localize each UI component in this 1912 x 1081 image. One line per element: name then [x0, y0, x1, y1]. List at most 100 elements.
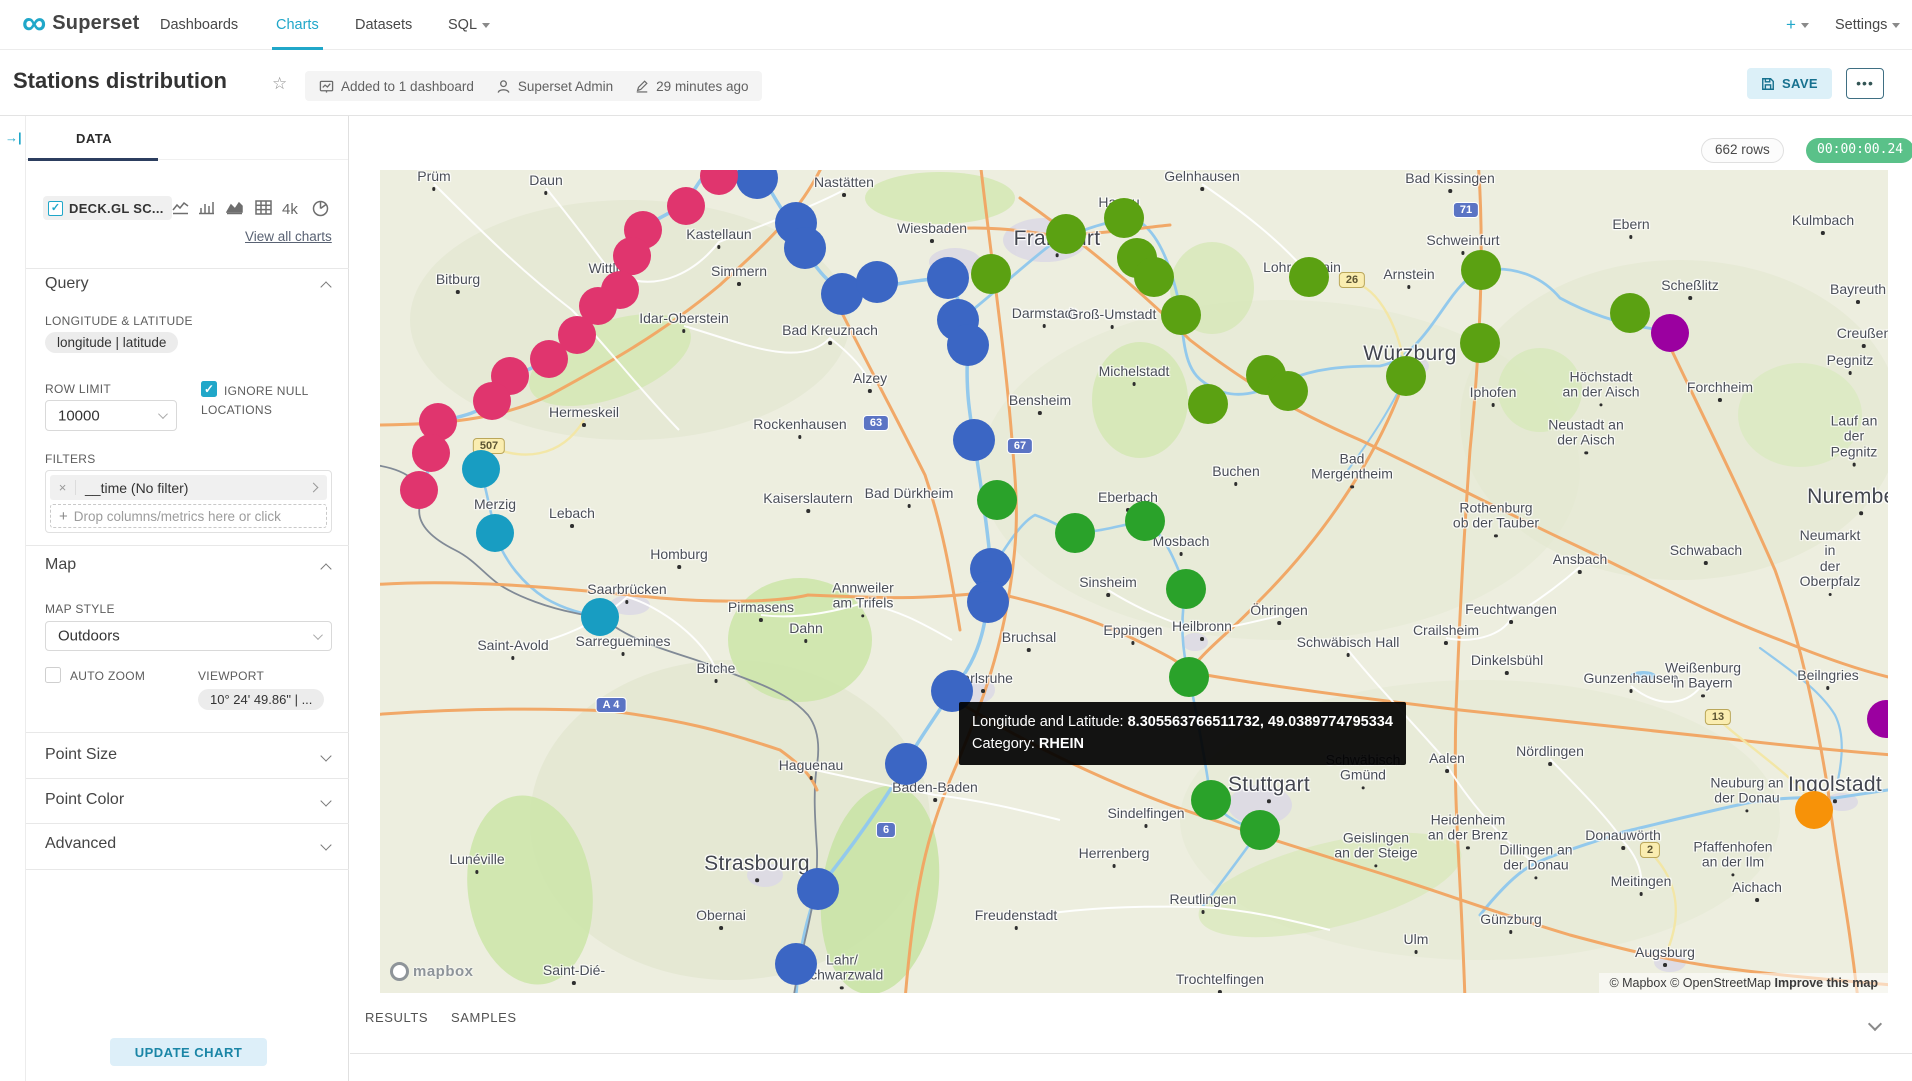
data-point-pink[interactable]: [530, 340, 568, 378]
data-point-light-green[interactable]: [1460, 323, 1500, 363]
settings-menu[interactable]: Settings: [1835, 0, 1900, 50]
data-point-green[interactable]: [1125, 501, 1165, 541]
filter-pill[interactable]: × __time (No filter): [50, 475, 327, 500]
chevron-up-icon[interactable]: [320, 281, 331, 292]
line-chart-icon[interactable]: [172, 200, 189, 220]
data-point-blue[interactable]: [927, 257, 969, 299]
data-point-blue[interactable]: [775, 943, 817, 985]
point-size-section[interactable]: Point Size: [45, 746, 117, 764]
body: →| DATA ✓ DECK.GL SC... 4k View all char…: [0, 116, 1912, 1081]
data-point-green[interactable]: [1240, 810, 1280, 850]
page-title: Stations distribution: [13, 68, 227, 94]
data-point-light-green[interactable]: [1268, 371, 1308, 411]
remove-filter-icon[interactable]: ×: [50, 480, 76, 495]
data-point-cyan[interactable]: [462, 450, 500, 488]
table-icon[interactable]: [255, 200, 272, 220]
data-point-light-green[interactable]: [1610, 293, 1650, 333]
data-point-blue[interactable]: [885, 743, 927, 785]
data-point-blue[interactable]: [856, 261, 898, 303]
data-point-blue[interactable]: [797, 868, 839, 910]
data-point-green[interactable]: [1166, 569, 1206, 609]
data-point-blue[interactable]: [931, 670, 973, 712]
tab-samples[interactable]: SAMPLES: [451, 1010, 517, 1025]
viz-type-pill[interactable]: ✓ DECK.GL SC...: [43, 196, 172, 220]
data-point-blue[interactable]: [967, 581, 1009, 623]
viz-4k-label[interactable]: 4k: [282, 201, 298, 218]
chevron-down-icon: [482, 23, 490, 28]
save-button[interactable]: SAVE: [1747, 68, 1832, 99]
more-options-button[interactable]: •••: [1846, 68, 1884, 99]
data-point-pink[interactable]: [613, 237, 651, 275]
data-point-green[interactable]: [1055, 513, 1095, 553]
divider: [26, 545, 349, 546]
nav-dashboards[interactable]: Dashboards: [160, 0, 238, 50]
data-point-orange[interactable]: [1795, 791, 1833, 829]
chart-owner[interactable]: Superset Admin: [496, 79, 613, 94]
data-point-light-green[interactable]: [1386, 356, 1426, 396]
data-point-cyan[interactable]: [476, 514, 514, 552]
new-item-button[interactable]: +: [1786, 0, 1809, 50]
superset-logo[interactable]: ∞ Superset: [22, 8, 139, 38]
data-point-light-green[interactable]: [1461, 250, 1501, 290]
map-style-select[interactable]: Outdoors: [45, 621, 332, 651]
update-chart-button[interactable]: UPDATE CHART: [110, 1038, 267, 1066]
chevron-down-icon[interactable]: [320, 795, 331, 806]
mapbox-logo[interactable]: mapbox: [390, 962, 474, 981]
advanced-section[interactable]: Advanced: [45, 835, 116, 853]
data-point-light-green[interactable]: [1134, 257, 1174, 297]
row-limit-select[interactable]: 10000: [45, 400, 177, 431]
chevron-down-icon[interactable]: [320, 839, 331, 850]
chevron-up-icon[interactable]: [320, 563, 331, 574]
nav-charts[interactable]: Charts: [276, 0, 319, 50]
view-all-charts-link[interactable]: View all charts: [245, 229, 332, 244]
filter-drop-zone[interactable]: + Drop columns/metrics here or click: [50, 504, 327, 528]
viewport-value-pill[interactable]: 10° 24' 49.86" | ...: [198, 689, 324, 710]
data-point-light-green[interactable]: [971, 254, 1011, 294]
chevron-down-icon[interactable]: [320, 750, 331, 761]
data-point-cyan[interactable]: [581, 598, 619, 636]
dashboards-attached[interactable]: Added to 1 dashboard: [319, 79, 474, 94]
mapbox-logo-icon: [390, 962, 409, 981]
divider: [26, 268, 349, 269]
data-point-light-green[interactable]: [1104, 198, 1144, 238]
data-point-pink[interactable]: [400, 471, 438, 509]
panel-tabbar: DATA: [26, 116, 348, 160]
data-point-light-green[interactable]: [1046, 214, 1086, 254]
point-color-section[interactable]: Point Color: [45, 791, 124, 809]
expand-panel-icon[interactable]: →|: [5, 130, 22, 145]
data-point-green[interactable]: [1191, 780, 1231, 820]
data-point-green[interactable]: [977, 480, 1017, 520]
nav-sql[interactable]: SQL: [448, 0, 490, 50]
lonlat-value-pill[interactable]: longitude | latitude: [45, 332, 178, 353]
ignore-null-checkbox[interactable]: ✓: [201, 381, 217, 397]
data-point-blue[interactable]: [784, 227, 826, 269]
data-point-blue[interactable]: [947, 324, 989, 366]
data-point-light-green[interactable]: [1161, 295, 1201, 335]
query-section-title[interactable]: Query: [45, 275, 89, 293]
data-point-blue[interactable]: [953, 419, 995, 461]
tab-data[interactable]: DATA: [76, 131, 112, 146]
pie-chart-icon[interactable]: [312, 200, 329, 222]
tab-results[interactable]: RESULTS: [365, 1010, 428, 1025]
map-section-title[interactable]: Map: [45, 556, 76, 574]
favorite-star-icon[interactable]: ☆: [272, 74, 287, 94]
attr-mapbox-link[interactable]: © Mapbox: [1609, 976, 1666, 990]
data-point-purple[interactable]: [1651, 314, 1689, 352]
data-point-pink[interactable]: [667, 187, 705, 225]
map-canvas[interactable]: PrümDaunNastättenGelnhausenBad Kissingen…: [380, 170, 1888, 993]
data-point-light-green[interactable]: [1188, 384, 1228, 424]
data-point-pink[interactable]: [473, 382, 511, 420]
nav-datasets[interactable]: Datasets: [355, 0, 412, 50]
data-point-light-green[interactable]: [1289, 257, 1329, 297]
auto-zoom-checkbox[interactable]: [45, 667, 61, 683]
last-modified[interactable]: 29 minutes ago: [635, 79, 748, 94]
divider: [26, 732, 349, 733]
bar-chart-icon[interactable]: [198, 200, 215, 220]
attr-improve-link[interactable]: Improve this map: [1775, 976, 1879, 990]
area-chart-icon[interactable]: [226, 200, 243, 220]
data-point-pink[interactable]: [412, 434, 450, 472]
collapse-results-icon[interactable]: [1868, 1017, 1882, 1031]
attr-osm-link[interactable]: © OpenStreetMap: [1670, 976, 1771, 990]
data-point-green[interactable]: [1169, 657, 1209, 697]
filters-label: FILTERS: [45, 452, 96, 466]
